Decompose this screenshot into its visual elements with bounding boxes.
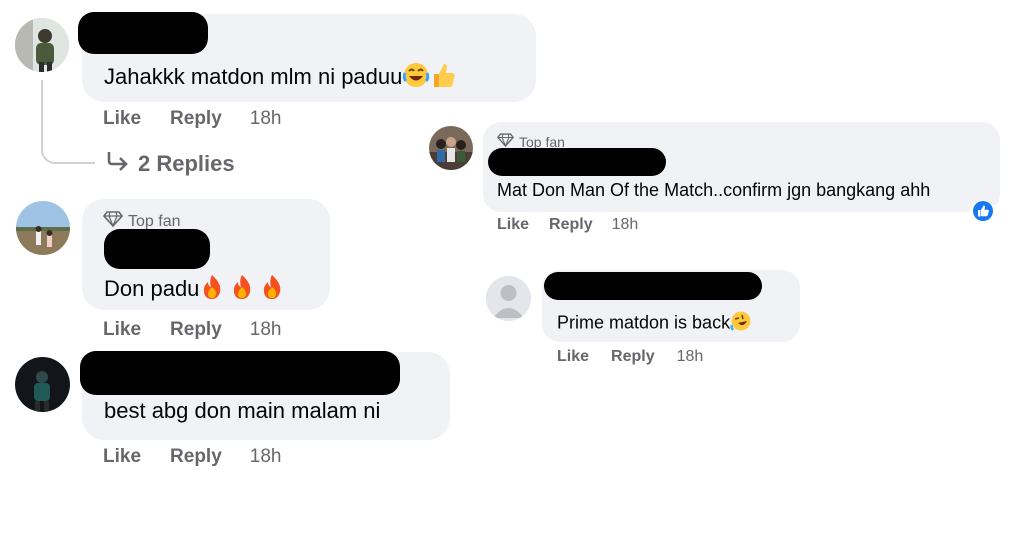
- fire-icon: [259, 273, 285, 307]
- fire-icon: [199, 273, 225, 307]
- fire-icon: [229, 273, 255, 307]
- redacted-author-name: [104, 229, 210, 269]
- like-reaction-badge[interactable]: [970, 200, 996, 226]
- thread-connector: [41, 80, 95, 164]
- like-reaction-icon: [972, 200, 994, 227]
- avatar-photo-icon: [16, 201, 70, 255]
- comment-actions: Like Reply 18h: [103, 108, 281, 130]
- timestamp[interactable]: 18h: [250, 108, 282, 130]
- redacted-author-name: [78, 12, 208, 54]
- avatar[interactable]: [15, 18, 69, 72]
- like-button[interactable]: Like: [557, 348, 589, 366]
- comment-text: Jahakkk matdon mlm ni paduu: [104, 61, 456, 95]
- like-button[interactable]: Like: [103, 319, 141, 341]
- reply-button[interactable]: Reply: [611, 348, 655, 366]
- reply-arrow-icon: [106, 150, 130, 178]
- comment-text: best abg don main malam ni: [104, 398, 381, 423]
- avatar[interactable]: [15, 357, 70, 412]
- comment-text: Mat Don Man Of the Match..confirm jgn ba…: [497, 180, 931, 200]
- avatar-photo-icon: [429, 126, 473, 170]
- avatar[interactable]: [16, 201, 70, 255]
- rolling-on-floor-laughing-icon: [730, 310, 752, 337]
- comment-actions: Like Reply 18h: [103, 446, 281, 468]
- avatar-photo-icon: [15, 18, 69, 72]
- reply-button[interactable]: Reply: [170, 108, 222, 130]
- default-profile-icon: [486, 276, 531, 321]
- replies-count-label: 2 Replies: [138, 151, 235, 176]
- view-replies-link[interactable]: 2 Replies: [106, 150, 235, 178]
- reply-button[interactable]: Reply: [170, 319, 222, 341]
- redacted-author-name: [488, 148, 666, 176]
- redacted-author-name: [544, 272, 762, 300]
- thumbs-up-icon: [430, 61, 456, 95]
- timestamp[interactable]: 18h: [612, 216, 639, 234]
- like-button[interactable]: Like: [103, 446, 141, 468]
- avatar-photo-icon: [15, 357, 70, 412]
- comment-text: Don padu: [104, 273, 285, 307]
- avatar[interactable]: [429, 126, 473, 170]
- timestamp[interactable]: 18h: [677, 348, 704, 366]
- comment-actions: Like Reply 18h: [497, 216, 638, 234]
- comment-text: Prime matdon is back: [557, 310, 752, 337]
- reply-button[interactable]: Reply: [549, 216, 593, 234]
- like-button[interactable]: Like: [497, 216, 529, 234]
- reply-button[interactable]: Reply: [170, 446, 222, 468]
- comment-actions: Like Reply 18h: [557, 348, 703, 366]
- timestamp[interactable]: 18h: [250, 319, 282, 341]
- comment-actions: Like Reply 18h: [103, 319, 281, 341]
- avatar[interactable]: [486, 276, 531, 321]
- timestamp[interactable]: 18h: [250, 446, 282, 468]
- face-with-tears-of-joy-icon: [402, 61, 430, 95]
- redacted-author-name: [80, 351, 400, 395]
- like-button[interactable]: Like: [103, 108, 141, 130]
